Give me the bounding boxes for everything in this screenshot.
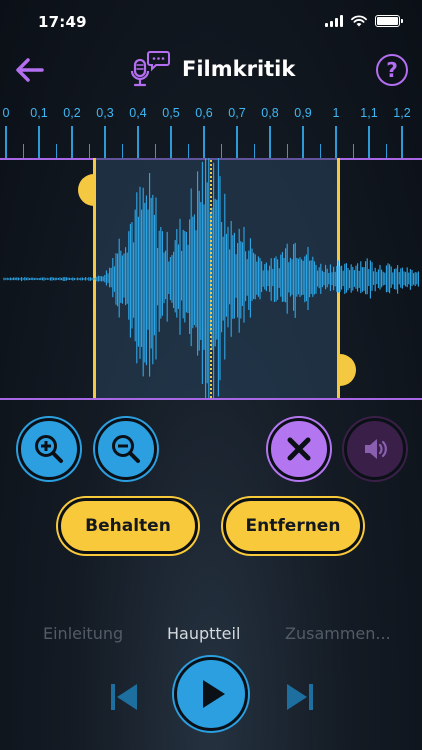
ruler-label: 1,2 [393,106,411,120]
ruler-label: 0,4 [129,106,147,120]
remove-button[interactable]: Entfernen [223,498,363,554]
status-time: 17:49 [38,13,87,31]
ruler-major-tick [401,126,403,158]
play-button[interactable] [174,657,248,731]
page-title: Filmkritik [182,57,296,81]
skip-next-icon [287,684,313,710]
ruler-major-tick [137,126,139,158]
ruler-minor-tick [286,144,288,158]
ruler-minor-tick [220,144,222,158]
ruler-minor-tick [88,144,90,158]
microphone-speech-icon [130,51,170,87]
ruler-label: 0,2 [63,106,81,120]
ruler-major-tick [38,126,40,158]
speaker-icon [365,439,387,459]
question-icon: ? [386,58,398,82]
ruler-minor-tick [385,144,387,158]
section-tabs: Einleitung Hauptteil Zusammen... [0,624,422,648]
zoom-in-icon [35,435,63,463]
status-icons [325,15,403,27]
wifi-icon [351,15,367,27]
timeline-ruler: 0 0,1 0,2 0,3 0,4 0,5 0,6 0,7 0,8 0,9 1 1,1 1,2 [0,104,422,162]
back-button[interactable] [12,54,48,86]
ruler-label: 0,3 [96,106,114,120]
playhead[interactable] [210,160,212,398]
play-icon [203,680,225,708]
ruler-major-tick [104,126,106,158]
ruler-label: 1 [332,106,340,120]
ruler-label: 0 [2,106,10,120]
next-button[interactable] [282,680,316,714]
section-tab-einleitung[interactable]: Einleitung [43,624,123,643]
ruler-minor-tick [352,144,354,158]
ruler-label: 0,5 [162,106,180,120]
ruler-minor-tick [319,144,321,158]
ruler-major-tick [170,126,172,158]
ruler-label: 0,9 [294,106,312,120]
title-group: Filmkritik [130,50,295,88]
ruler-label: 0,8 [261,106,279,120]
section-tab-hauptteil[interactable]: Hauptteil [167,624,240,643]
status-bar: 17:49 [0,0,422,44]
ruler-major-tick [368,126,370,158]
ruler-major-tick [236,126,238,158]
discard-button[interactable] [268,418,330,480]
ruler-minor-tick [22,144,24,158]
battery-icon [375,15,403,27]
ruler-major-tick [71,126,73,158]
ruler-minor-tick [154,144,156,158]
ruler-label: 1,1 [360,106,378,120]
arrow-left-icon [16,58,44,82]
ruler-major-tick [335,126,337,158]
keep-button[interactable]: Behalten [58,498,198,554]
signal-icon [325,15,343,27]
ruler-major-tick [302,126,304,158]
zoom-in-button[interactable] [18,418,80,480]
ruler-major-tick [269,126,271,158]
ruler-major-tick [203,126,205,158]
help-button[interactable]: ? [376,54,408,86]
speaker-button[interactable] [344,418,406,480]
app-header: Filmkritik ? [0,48,422,92]
zoom-out-icon [112,435,140,463]
ruler-major-tick [5,126,7,158]
ruler-label: 0,7 [228,106,246,120]
close-icon [287,437,311,461]
waveform-area[interactable] [0,158,422,400]
section-tab-zusammenfassung[interactable]: Zusammen... [285,624,391,643]
zoom-out-button[interactable] [95,418,157,480]
ruler-minor-tick [253,144,255,158]
ruler-minor-tick [121,144,123,158]
skip-previous-icon [111,684,137,710]
previous-button[interactable] [108,680,142,714]
waveform-baseline [0,398,422,400]
ruler-label: 0,6 [195,106,213,120]
ruler-label: 0,1 [30,106,48,120]
ruler-minor-tick [55,144,57,158]
ruler-minor-tick [187,144,189,158]
